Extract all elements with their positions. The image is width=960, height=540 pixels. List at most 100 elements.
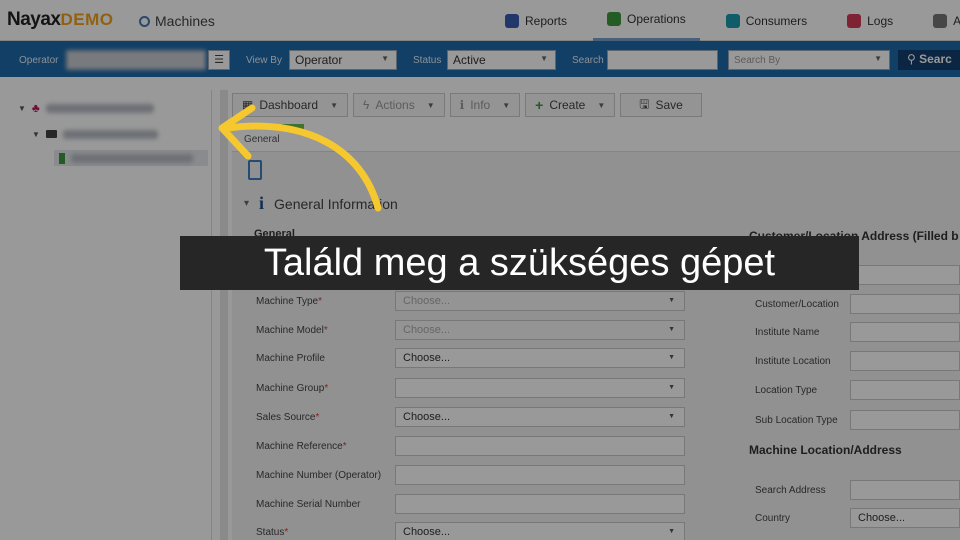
consumers-icon bbox=[725, 13, 740, 28]
sub-tabs: General bbox=[232, 124, 960, 152]
required-marker: * bbox=[342, 441, 347, 452]
actions-label: Actions bbox=[375, 98, 415, 112]
field-label-text: Machine Serial Number bbox=[256, 499, 361, 510]
search-icon: ⚲ bbox=[907, 52, 920, 66]
field-label-text: Status bbox=[256, 527, 285, 538]
tab-consumers[interactable]: Consumers bbox=[725, 0, 807, 41]
create-label: Create bbox=[549, 98, 586, 112]
chart-icon bbox=[505, 13, 519, 28]
field-label: Country bbox=[755, 513, 791, 524]
top-header: NayaxDEMO Machines Reports Operations Cons… bbox=[0, 0, 960, 41]
field-select[interactable]: Choose... bbox=[395, 407, 685, 427]
tab-label: Logs bbox=[867, 13, 894, 28]
field-label: Machine Model* bbox=[256, 325, 328, 336]
field-input[interactable] bbox=[395, 465, 685, 485]
list-icon[interactable]: ☰ bbox=[208, 50, 230, 70]
field-label: Customer/Location bbox=[755, 299, 839, 310]
tree-node-operator[interactable]: ▼ ♣ bbox=[18, 100, 154, 116]
chevron-down-icon: ▼ bbox=[502, 100, 511, 110]
field-select[interactable]: Choose... bbox=[395, 522, 685, 540]
operator-input[interactable] bbox=[66, 50, 206, 70]
field-label: Institute Location bbox=[755, 356, 831, 367]
field-input[interactable] bbox=[850, 294, 960, 314]
status-select[interactable]: Active bbox=[447, 50, 556, 70]
tree-node-label-blurred bbox=[45, 103, 154, 113]
field-input[interactable] bbox=[850, 410, 960, 430]
collapse-icon[interactable]: ▼ bbox=[32, 130, 40, 139]
field-select[interactable] bbox=[395, 378, 685, 398]
field-label-text: Machine Model bbox=[256, 325, 324, 336]
info-button[interactable]: ℹ Info ▼ bbox=[449, 93, 521, 117]
tab-label: Reports bbox=[525, 13, 568, 28]
field-label: Search Address bbox=[755, 485, 826, 496]
field-input[interactable] bbox=[850, 322, 960, 342]
tab-general[interactable]: General bbox=[244, 134, 280, 145]
field-label-text: Machine Group bbox=[256, 383, 325, 394]
field-select[interactable]: Choose... bbox=[395, 291, 685, 311]
machine-location-title: Machine Location/Address bbox=[749, 443, 902, 457]
field-value: Choose... bbox=[403, 411, 451, 423]
tab-operations[interactable]: Operations bbox=[593, 0, 700, 41]
tree-node-folder[interactable]: ▼ bbox=[32, 126, 158, 142]
field-input[interactable] bbox=[850, 380, 960, 400]
tree-node-label-blurred bbox=[71, 153, 193, 163]
tab-label: Operations bbox=[627, 12, 686, 26]
search-input[interactable] bbox=[607, 50, 718, 70]
tree-node-machine[interactable] bbox=[54, 150, 208, 166]
active-tab-indicator bbox=[282, 124, 304, 129]
field-label: Sales Source* bbox=[256, 412, 319, 423]
save-label: Save bbox=[655, 98, 683, 112]
panel-splitter[interactable] bbox=[220, 90, 228, 540]
caption-banner: Találd meg a szükséges gépet bbox=[180, 236, 859, 290]
tab-ad[interactable]: Ad bbox=[933, 0, 960, 41]
create-button[interactable]: + Create ▼ bbox=[525, 93, 616, 117]
field-label: Machine Reference* bbox=[256, 441, 347, 452]
required-marker: * bbox=[324, 383, 329, 394]
field-input[interactable]: Choose... bbox=[850, 508, 960, 528]
field-value: Choose... bbox=[403, 324, 451, 336]
machine-tree: ▼ ♣ ▼ bbox=[0, 90, 212, 540]
chevron-down-icon: ▾ bbox=[244, 198, 250, 209]
view-by-select[interactable]: Operator bbox=[289, 50, 397, 70]
tab-reports[interactable]: Reports bbox=[505, 0, 567, 41]
field-label: Machine Serial Number bbox=[256, 499, 361, 510]
section-title: General Information bbox=[274, 195, 398, 212]
field-input[interactable] bbox=[850, 480, 960, 500]
operator-label: Operator bbox=[19, 55, 59, 66]
tab-logs[interactable]: Logs bbox=[847, 0, 893, 41]
field-label-text: Machine Number (Operator) bbox=[256, 470, 382, 481]
app-window: NayaxDEMO Machines Reports Operations Cons… bbox=[0, 0, 960, 540]
save-icon: 🖫 bbox=[639, 96, 650, 111]
field-input[interactable] bbox=[395, 494, 685, 514]
search-button[interactable]: ⚲ Searc bbox=[898, 50, 960, 70]
field-input[interactable] bbox=[850, 351, 960, 371]
logo-brand: Nayax bbox=[7, 9, 61, 30]
info-icon: i bbox=[259, 193, 265, 213]
tree-node-label-blurred bbox=[62, 129, 158, 139]
save-button[interactable]: 🖫 Save bbox=[620, 93, 702, 117]
field-input[interactable] bbox=[850, 265, 960, 285]
field-select[interactable]: Choose... bbox=[395, 348, 685, 368]
search-by-select[interactable]: Search By bbox=[728, 50, 890, 70]
field-label: Institute Name bbox=[755, 327, 820, 338]
field-label: Machine Type* bbox=[256, 296, 322, 307]
info-label: Info bbox=[470, 98, 491, 112]
required-marker: * bbox=[284, 527, 289, 538]
chevron-down-icon: ▼ bbox=[426, 100, 435, 110]
actions-button[interactable]: ϟ Actions ▼ bbox=[352, 93, 445, 117]
section-header[interactable]: ▾ i General Information bbox=[244, 193, 398, 214]
machine-icon bbox=[59, 152, 65, 164]
field-label-text: Machine Reference bbox=[256, 441, 343, 452]
dashboard-label: Dashboard bbox=[259, 98, 319, 112]
field-value: Choose... bbox=[403, 295, 451, 307]
collapse-icon[interactable]: ▼ bbox=[18, 104, 26, 113]
field-label: Sub Location Type bbox=[755, 415, 838, 426]
logs-icon bbox=[847, 13, 862, 28]
dashboard-button[interactable]: ▦ Dashboard ▼ bbox=[232, 93, 348, 117]
dashboard-icon: ▦ bbox=[242, 98, 254, 112]
field-select[interactable]: Choose... bbox=[395, 320, 685, 340]
field-label: Machine Number (Operator) bbox=[256, 470, 381, 481]
field-input[interactable] bbox=[395, 436, 685, 456]
top-nav: Reports Operations Consumers Logs Ad bbox=[505, 0, 960, 41]
nayax-logo[interactable]: NayaxDEMO bbox=[7, 9, 114, 31]
